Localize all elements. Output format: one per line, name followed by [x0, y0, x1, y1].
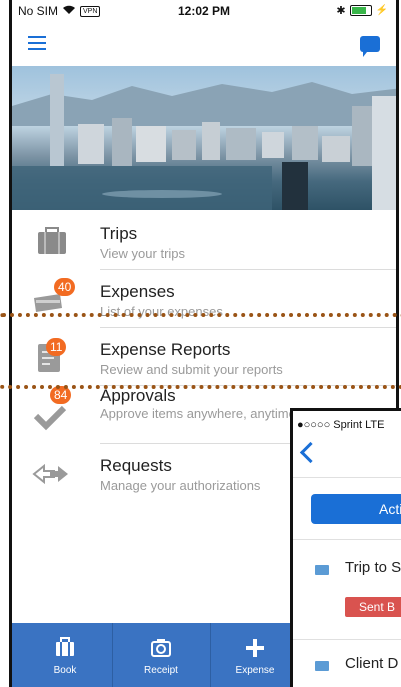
tab-receipt[interactable]: Receipt — [116, 623, 206, 687]
status-tag: Sent B — [345, 597, 401, 617]
checkmark-icon — [30, 400, 72, 432]
briefcase-icon — [30, 226, 72, 258]
tab-label: Receipt — [144, 665, 178, 676]
tab-label: Expense — [235, 665, 275, 676]
app-header — [12, 22, 396, 66]
bluetooth-icon: ✱ — [336, 5, 346, 17]
menu-item-title: Expense Reports — [100, 340, 231, 359]
menu-item-expenses[interactable]: 40 Expenses List of your expenses — [12, 270, 396, 328]
battery-icon — [349, 5, 372, 16]
arrows-icon — [30, 458, 72, 490]
overlay-status-bar: ●○○○○ Sprint LTE — [297, 419, 385, 431]
folder-icon — [315, 565, 329, 575]
tab-label: Book — [53, 665, 77, 676]
menu-item-expense-reports[interactable]: 11 Expense Reports Review and submit you… — [12, 328, 396, 386]
menu-item-subtitle: Review and submit your reports — [100, 362, 283, 377]
back-chevron-icon[interactable] — [299, 441, 322, 464]
hamburger-icon[interactable] — [28, 36, 46, 50]
charging-icon: ⚡ — [375, 5, 388, 16]
plus-icon — [244, 637, 266, 664]
overlay-row-title[interactable]: Trip to S — [345, 559, 401, 576]
hero-image — [12, 66, 396, 210]
menu-item-title: Approvals — [100, 386, 176, 405]
menu-item-title: Expenses — [100, 282, 175, 301]
menu-item-title: Trips — [100, 224, 138, 243]
menu-item-subtitle: List of your expenses — [100, 304, 223, 319]
menu-item-title: Requests — [100, 456, 172, 475]
expenses-badge: 40 — [54, 278, 76, 296]
menu-item-subtitle: View your trips — [100, 246, 186, 261]
overlay-action-button[interactable]: Acti — [311, 494, 401, 524]
tab-expense[interactable]: Expense — [210, 623, 300, 687]
folder-icon — [315, 661, 329, 671]
overlay-row-title[interactable]: Client D — [345, 655, 398, 672]
status-bar: No SIM VPN 12:02 PM ✱ ⚡ — [12, 0, 396, 22]
menu-item-trips[interactable]: Trips View your trips — [12, 212, 396, 270]
menu-item-subtitle: Manage your authorizations — [100, 478, 261, 493]
overlay-phone-screen: ●○○○○ Sprint LTE Acti Trip to S Sent B C… — [290, 408, 401, 687]
tab-book[interactable]: Book — [20, 623, 110, 687]
menu-item-subtitle: Approve items anywhere, anytime — [100, 406, 296, 421]
camera-icon — [150, 637, 172, 662]
briefcase-icon — [54, 637, 76, 662]
expense-reports-badge: 11 — [46, 338, 67, 356]
chat-icon[interactable] — [360, 36, 380, 57]
approvals-badge: 84 — [50, 386, 72, 404]
